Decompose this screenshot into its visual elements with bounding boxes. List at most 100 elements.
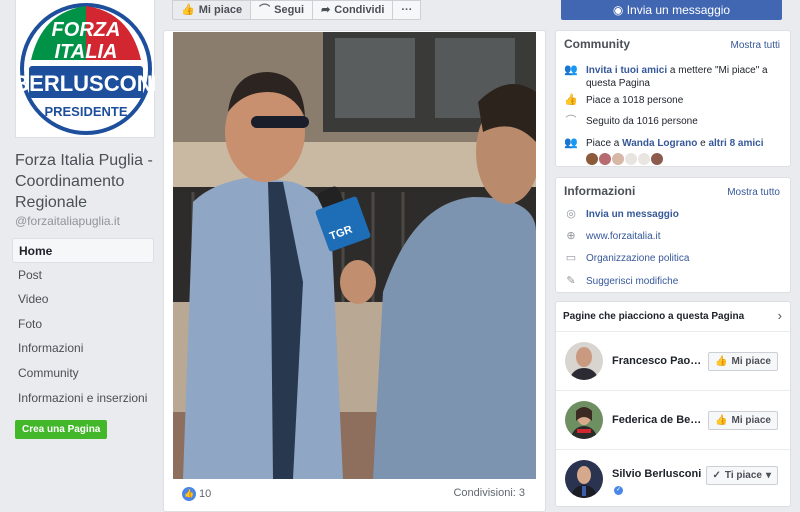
nav-foto[interactable]: Foto bbox=[12, 312, 154, 337]
page-action-bar: 👍 Mi piace ⌒ Segui ➦ Condividi ··· bbox=[172, 0, 422, 20]
liked-pages-card: Pagine che piacciono a questa Pagina › F… bbox=[555, 301, 791, 507]
create-page-button[interactable]: Crea una Pagina bbox=[15, 420, 108, 439]
post-photo[interactable]: TGR bbox=[173, 32, 536, 479]
like-label: Mi piace bbox=[198, 4, 243, 16]
friend-avatar[interactable] bbox=[638, 153, 650, 165]
thumbs-up-icon: 👍 bbox=[715, 356, 728, 367]
invite-friends-icon: 👥 bbox=[564, 64, 578, 76]
friend-avatar[interactable] bbox=[612, 153, 624, 165]
suggest-edits-link[interactable]: Suggerisci modifiche bbox=[586, 275, 678, 288]
invite-row: 👥 Invita i tuoi amici a mettere "Mi piac… bbox=[564, 64, 782, 90]
rss-icon: ⌒ bbox=[565, 115, 577, 127]
post-card: TGR 👍 10 Condivisioni: 3 bbox=[163, 30, 546, 512]
thumbs-up-icon: 👍 bbox=[564, 94, 578, 106]
invite-friends-link[interactable]: Invita i tuoi amici bbox=[586, 65, 667, 76]
share-count[interactable]: Condivisioni: 3 bbox=[453, 487, 525, 499]
invite-text: Invita i tuoi amici a mettere "Mi piace"… bbox=[586, 64, 782, 90]
page-nav: Home Post Video Foto Informazioni Commun… bbox=[12, 238, 154, 410]
folder-icon: ▭ bbox=[565, 252, 577, 264]
more-friends-link[interactable]: altri 8 amici bbox=[708, 138, 763, 149]
profile-picture[interactable]: FORZA ITALIA BERLUSCONI PRESIDENTE bbox=[15, 0, 155, 138]
info-message-link[interactable]: Invia un messaggio bbox=[586, 208, 679, 221]
left-column: FORZA ITALIA BERLUSCONI PRESIDENTE Forza… bbox=[0, 0, 164, 512]
liked-page-name[interactable]: Federica de Benedetto bbox=[612, 414, 704, 426]
friend-avatars bbox=[586, 153, 763, 165]
friends-icon: 👥 bbox=[564, 137, 578, 149]
nav-informazioni[interactable]: Informazioni bbox=[12, 336, 154, 361]
liked-page-row: Silvio Berlusconi ✓ ✓ Ti piace ▾ bbox=[556, 449, 790, 508]
share-button[interactable]: ➦ Condividi bbox=[312, 0, 393, 20]
like-page-button[interactable]: 👍 Mi piace bbox=[708, 352, 778, 371]
chevron-down-icon: ▾ bbox=[765, 470, 771, 481]
friend-avatar[interactable] bbox=[599, 153, 611, 165]
like-button-label: Mi piace bbox=[731, 356, 771, 367]
send-message-button[interactable]: ◉ Invia un messaggio bbox=[561, 0, 782, 20]
info-title: Informazioni bbox=[564, 184, 636, 198]
info-website-row: ⊕ www.forzaitalia.it bbox=[564, 230, 782, 243]
followers-row: ⌒ Seguito da 1016 persone bbox=[564, 115, 782, 128]
info-card: Informazioni Mostra tutto ◎ Invia un mes… bbox=[555, 177, 791, 293]
info-suggest-row: ✎ Suggerisci modifiche bbox=[564, 275, 782, 288]
info-message-row: ◎ Invia un messaggio bbox=[564, 208, 782, 221]
like-page-button[interactable]: 👍 Mi piace bbox=[172, 0, 251, 20]
messenger-icon: ◉ bbox=[612, 3, 627, 17]
reaction-count[interactable]: 👍 10 bbox=[182, 487, 211, 501]
nav-home[interactable]: Home bbox=[12, 238, 154, 263]
nav-community[interactable]: Community bbox=[12, 361, 154, 386]
nav-info-inserzioni[interactable]: Informazioni e inserzioni bbox=[12, 386, 154, 411]
community-see-all[interactable]: Mostra tutti bbox=[731, 40, 780, 51]
friend-name-link[interactable]: Wanda Lograno bbox=[622, 138, 697, 149]
friend-avatar[interactable] bbox=[651, 153, 663, 165]
check-icon: ✓ bbox=[712, 470, 721, 481]
liked-page-name[interactable]: Francesco Paolo Sisto bbox=[612, 355, 704, 367]
like-page-button[interactable]: 👍 Mi piace bbox=[708, 411, 778, 430]
page-avatar[interactable] bbox=[565, 342, 603, 380]
website-link[interactable]: www.forzaitalia.it bbox=[586, 230, 660, 243]
follow-label: Segui bbox=[274, 4, 305, 16]
logo-text-2: ITALIA bbox=[55, 41, 118, 63]
forza-italia-logo: FORZA ITALIA BERLUSCONI PRESIDENTE bbox=[17, 2, 155, 136]
more-label: ··· bbox=[401, 4, 413, 16]
follow-button[interactable]: ⌒ Segui bbox=[250, 0, 313, 20]
like-reaction-icon: 👍 bbox=[182, 487, 196, 501]
logo-text-1: FORZA bbox=[52, 19, 121, 41]
page-avatar[interactable] bbox=[565, 401, 603, 439]
nav-post[interactable]: Post bbox=[12, 263, 154, 288]
chevron-right-icon[interactable]: › bbox=[778, 308, 782, 323]
liked-status-button[interactable]: ✓ Ti piace ▾ bbox=[705, 466, 778, 485]
friends-like-row: 👥 Piace a Wanda Lograno e altri 8 amici bbox=[564, 137, 782, 165]
post-footer: 👍 10 Condivisioni: 3 bbox=[182, 487, 525, 501]
verified-badge-icon: ✓ bbox=[614, 486, 623, 495]
messenger-icon: ◎ bbox=[566, 208, 576, 220]
page-handle[interactable]: @forzaitaliapuglia.it bbox=[15, 214, 120, 228]
community-title: Community bbox=[564, 37, 630, 51]
page-title[interactable]: Forza Italia Puglia - Coordinamento Regi… bbox=[15, 150, 160, 213]
category-link[interactable]: Organizzazione politica bbox=[586, 252, 689, 265]
info-category-row: ▭ Organizzazione politica bbox=[564, 252, 782, 265]
liked-mid: e bbox=[697, 138, 709, 149]
liked-status-label: Ti piace bbox=[724, 470, 762, 481]
share-arrow-icon: ➦ bbox=[321, 4, 331, 16]
thumbs-up-icon: 👍 bbox=[181, 4, 195, 16]
nav-video[interactable]: Video bbox=[12, 287, 154, 312]
logo-text-4: PRESIDENTE bbox=[44, 104, 127, 119]
likes-row: 👍 Piace a 1018 persone bbox=[564, 94, 782, 107]
globe-icon: ⊕ bbox=[566, 230, 576, 242]
more-options-button[interactable]: ··· bbox=[392, 0, 422, 20]
liked-page-name[interactable]: Silvio Berlusconi bbox=[612, 468, 704, 480]
liked-prefix: Piace a bbox=[586, 138, 623, 149]
thumbs-up-icon: 👍 bbox=[715, 415, 728, 426]
interview-photo: TGR bbox=[173, 32, 536, 479]
share-label: Condividi bbox=[334, 4, 385, 16]
liked-pages-title[interactable]: Pagine che piacciono a questa Pagina bbox=[563, 311, 744, 322]
send-message-label: Invia un messaggio bbox=[626, 3, 731, 17]
friend-avatar[interactable] bbox=[586, 153, 598, 165]
followers-text: Seguito da 1016 persone bbox=[586, 116, 698, 127]
pencil-icon: ✎ bbox=[566, 275, 576, 287]
logo-text-3: BERLUSCONI bbox=[17, 71, 155, 96]
page-avatar[interactable] bbox=[565, 460, 603, 498]
friend-avatar[interactable] bbox=[625, 153, 637, 165]
reaction-count-value: 10 bbox=[199, 488, 212, 500]
info-see-all[interactable]: Mostra tutto bbox=[727, 187, 780, 198]
like-button-label: Mi piace bbox=[731, 415, 771, 426]
